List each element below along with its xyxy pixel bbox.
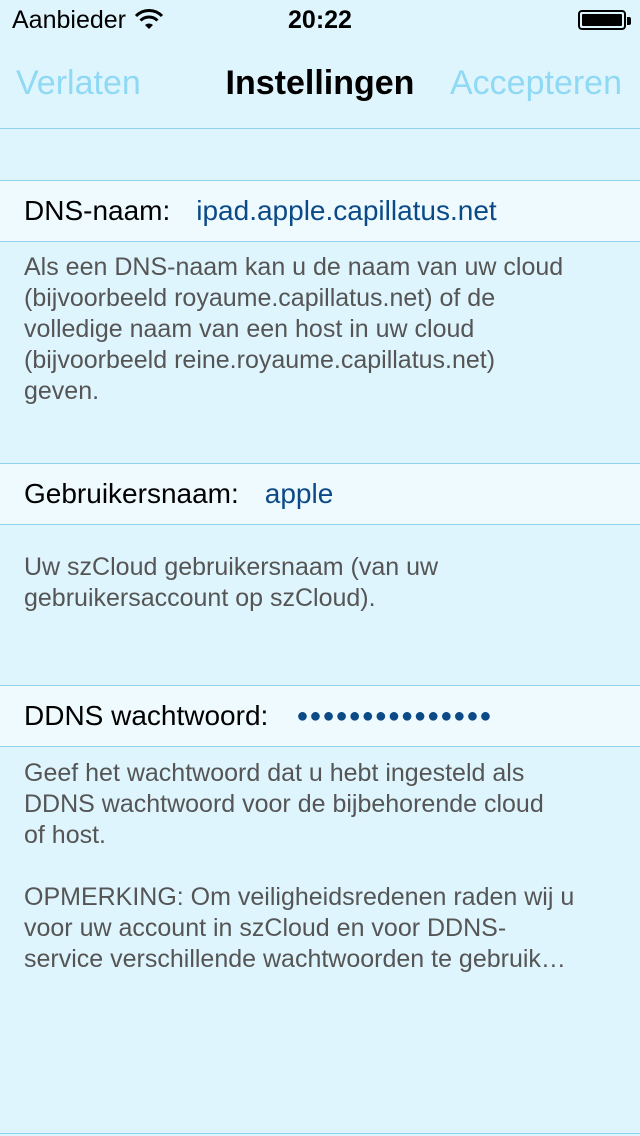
note-line: OPMERKING: Om veiligheidsredenen raden w…: [24, 883, 575, 911]
dns-name-label: DNS-naam:: [24, 195, 171, 226]
status-left: Aanbieder: [0, 6, 164, 35]
navigation-bar: Verlaten Instellingen Accepteren: [0, 40, 640, 129]
help-line: geven.: [24, 377, 100, 405]
help-line: Als een DNS-naam kan u de naam van uw cl…: [24, 253, 564, 281]
cancel-button[interactable]: Verlaten: [16, 64, 141, 103]
battery-icon: [578, 10, 631, 30]
accept-button[interactable]: Accepteren: [450, 64, 622, 103]
help-line: DDNS wachtwoord voor de bijbehorende clo…: [24, 790, 544, 818]
note-line: voor uw account in szCloud en voor DDNS-: [24, 914, 507, 942]
ddns-password-label: DDNS wachtwoord:: [24, 700, 269, 731]
help-line: (bijvoorbeeld reine.royaume.capillatus.n…: [24, 346, 496, 374]
help-line: Geef het wachtwoord dat u hebt ingesteld…: [24, 759, 525, 787]
dns-name-field[interactable]: ipad.apple.capillatus.net: [196, 195, 496, 227]
help-line: (bijvoorbeeld royaume.capillatus.net) of…: [24, 284, 496, 312]
username-label: Gebruikersnaam:: [24, 478, 239, 509]
ddns-password-field[interactable]: ●●●●●●●●●●●●●●●: [296, 705, 492, 728]
carrier-name: Aanbieder: [12, 5, 126, 34]
username-row[interactable]: Gebruikersnaam: apple: [0, 463, 640, 525]
help-line: volledige naam van een host in uw cloud: [24, 315, 475, 343]
ddns-password-row[interactable]: DDNS wachtwoord: ●●●●●●●●●●●●●●●: [0, 685, 640, 747]
help-line: of host.: [24, 821, 106, 849]
bottom-divider: [0, 1133, 640, 1134]
wifi-icon: [134, 9, 164, 29]
username-field[interactable]: apple: [265, 478, 334, 510]
ddns-password-help: Geef het wachtwoord dat u hebt ingesteld…: [24, 758, 624, 975]
status-right: [578, 10, 640, 30]
dns-name-help: Als een DNS-naam kan u de naam van uw cl…: [24, 252, 624, 407]
help-line: gebruikersaccount op szCloud).: [24, 584, 376, 612]
username-help: Uw szCloud gebruikersnaam (van uw gebrui…: [24, 552, 624, 614]
note-line: service verschillende wachtwoorden te ge…: [24, 945, 566, 973]
status-bar: Aanbieder 20:22: [0, 0, 640, 40]
dns-name-row[interactable]: DNS-naam: ipad.apple.capillatus.net: [0, 180, 640, 242]
help-line: Uw szCloud gebruikersnaam (van uw: [24, 553, 439, 581]
